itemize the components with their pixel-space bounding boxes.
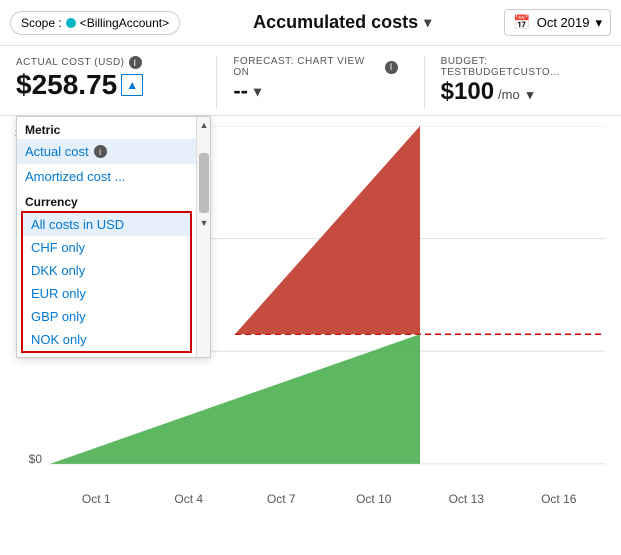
stat-separator-2	[424, 56, 425, 109]
currency-chf[interactable]: CHF only	[23, 236, 190, 259]
metric-actual-cost[interactable]: Actual cost i	[17, 139, 196, 164]
scope-label: Scope :	[21, 16, 62, 30]
forecast-info-icon[interactable]: i	[385, 61, 398, 74]
dropdown-scrollbar[interactable]: ▲ ▼	[196, 117, 210, 357]
x-label-oct16: Oct 16	[513, 492, 606, 506]
forecast-label: FORECAST: CHART VIEW ON i	[233, 56, 397, 78]
currency-dkk[interactable]: DKK only	[23, 259, 190, 282]
metric-dropdown: ▲ ▼ Metric Actual cost i Amortized cost …	[16, 116, 211, 358]
y-label-0: $0	[29, 452, 42, 466]
actual-cost-label: ACTUAL COST (USD) i	[16, 56, 180, 69]
budget-chevron-icon[interactable]: ▾	[527, 87, 534, 103]
scrollbar-down-icon[interactable]: ▼	[197, 215, 211, 231]
actual-cost-info-icon[interactable]: i	[129, 56, 142, 69]
title-text: Accumulated costs	[253, 12, 418, 33]
calendar-icon: 📅	[513, 14, 530, 31]
scope-button[interactable]: Scope : <BillingAccount>	[10, 11, 180, 35]
metric-section-label: Metric	[17, 117, 196, 139]
title-chevron-icon: ▾	[424, 14, 431, 31]
amortized-cost-item-label: Amortized cost ...	[25, 169, 125, 184]
x-label-oct13: Oct 13	[420, 492, 513, 506]
currency-eur[interactable]: EUR only	[23, 282, 190, 305]
currency-nok[interactable]: NOK only	[23, 328, 190, 351]
budget-per-mo: /mo	[498, 87, 520, 102]
date-label: Oct 2019	[537, 15, 590, 30]
scope-value: <BillingAccount>	[80, 16, 169, 30]
forecast-value: -- ▾	[233, 78, 397, 104]
date-range-button[interactable]: 📅 Oct 2019 ▾	[504, 9, 611, 36]
budget-value: $100 /mo ▾	[441, 78, 605, 106]
budget-label: BUDGET: TESTBUDGETCUSTO...	[441, 56, 605, 78]
actual-cost-value: $258.75 ▲	[16, 69, 180, 101]
actual-cost-item-info-icon[interactable]: i	[94, 145, 107, 158]
x-label-oct4: Oct 4	[143, 492, 236, 506]
x-label-oct7: Oct 7	[235, 492, 328, 506]
toggle-metric-button[interactable]: ▲	[121, 74, 143, 96]
forecast-block: FORECAST: CHART VIEW ON i -- ▾	[233, 56, 407, 104]
stat-separator-1	[216, 56, 217, 109]
currency-section-label: Currency	[17, 189, 196, 211]
actual-cost-item-label: Actual cost	[25, 144, 89, 159]
currency-gbp[interactable]: GBP only	[23, 305, 190, 328]
currency-options: All costs in USD CHF only DKK only EUR o…	[21, 211, 192, 353]
metric-amortized-cost[interactable]: Amortized cost ...	[17, 164, 196, 189]
x-axis: Oct 1 Oct 4 Oct 7 Oct 10 Oct 13 Oct 16	[50, 476, 605, 506]
chart-area: $100 $50 $0 Oct 1 Oct 4 Oct 7 Oct 10 Oct…	[0, 116, 621, 506]
actual-cost-block: ACTUAL COST (USD) i $258.75 ▲	[16, 56, 200, 101]
forecast-chevron-icon[interactable]: ▾	[254, 83, 261, 100]
scope-dot	[66, 18, 76, 28]
scrollbar-up-icon[interactable]: ▲	[197, 117, 211, 133]
x-label-oct1: Oct 1	[50, 492, 143, 506]
x-label-oct10: Oct 10	[328, 492, 421, 506]
stats-bar: ACTUAL COST (USD) i $258.75 ▲ FORECAST: …	[0, 46, 621, 116]
header: Scope : <BillingAccount> Accumulated cos…	[0, 0, 621, 46]
scrollbar-thumb[interactable]	[199, 153, 209, 213]
page-title[interactable]: Accumulated costs ▾	[190, 12, 494, 33]
budget-block: BUDGET: TESTBUDGETCUSTO... $100 /mo ▾	[441, 56, 605, 106]
date-chevron-icon: ▾	[595, 15, 602, 31]
currency-usd[interactable]: All costs in USD	[23, 213, 190, 236]
